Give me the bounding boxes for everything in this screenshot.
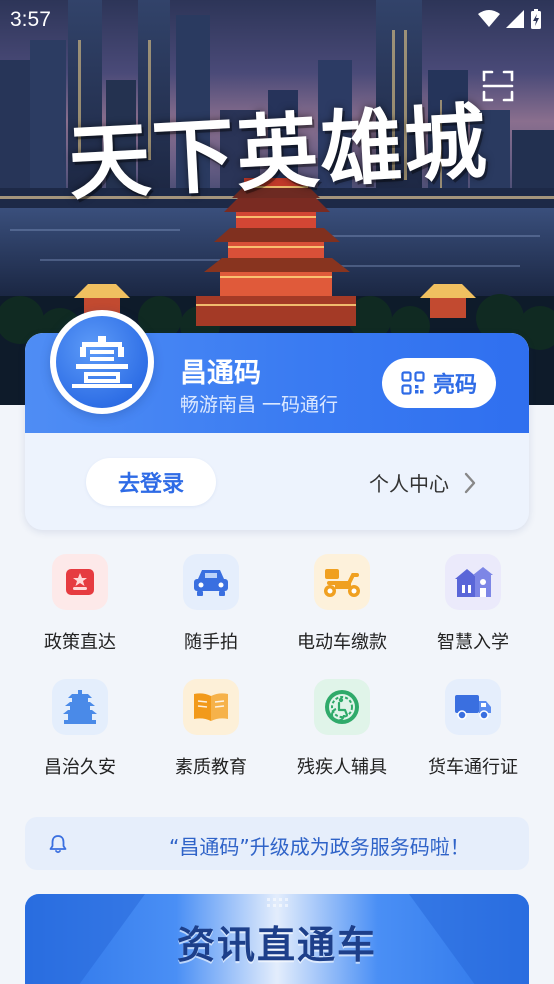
service-label: 电动车缴款 [297, 632, 387, 653]
login-button[interactable]: 去登录 [86, 458, 216, 506]
service-label: 智慧入学 [437, 632, 509, 653]
scooter-icon [314, 554, 370, 610]
changtongma-logo-icon [72, 336, 132, 388]
app-name: 昌通码 [180, 358, 261, 389]
status-time: 3:57 [10, 8, 51, 31]
show-code-label: 亮码 [432, 373, 477, 398]
service-label: 素质教育 [175, 757, 247, 778]
truck-icon [445, 679, 501, 735]
personal-center-label: 个人中心 [369, 472, 449, 496]
service-policy[interactable]: 政策直达 [15, 550, 145, 660]
bell-icon [49, 835, 67, 854]
pagoda-icon [52, 679, 108, 735]
service-label: 随手拍 [184, 632, 238, 653]
hero-calligraphy-title: 天下英雄城 [66, 94, 491, 212]
chevron-right-icon [464, 472, 476, 493]
service-ebike-payment[interactable]: 电动车缴款 [277, 550, 407, 660]
status-icons [478, 9, 542, 29]
service-quality-education[interactable]: 素质教育 [146, 675, 276, 785]
service-smart-enrollment[interactable]: 智慧入学 [408, 550, 538, 660]
personal-center-link[interactable]: 个人中心 [369, 468, 477, 497]
service-label: 政策直达 [44, 632, 116, 653]
service-public-security[interactable]: 昌治久安 [15, 675, 145, 785]
scan-icon[interactable] [482, 70, 514, 102]
services-grid: 政策直达 随手拍 电动车缴款 智慧入学 昌治久安 素质教育 残疾人辅具 货车通行… [0, 550, 554, 790]
service-label: 残疾人辅具 [297, 757, 387, 778]
school-icon [445, 554, 501, 610]
service-label: 昌治久安 [44, 757, 116, 778]
car-photo-icon [183, 554, 239, 610]
cellular-signal-icon [506, 10, 524, 28]
wifi-icon [478, 10, 500, 27]
app-slogan: 畅游南昌 一码通行 [180, 394, 339, 416]
status-bar: 3:57 [0, 0, 554, 40]
service-label: 货车通行证 [428, 757, 518, 778]
show-code-button[interactable]: 亮码 [382, 358, 496, 408]
service-disability-aids[interactable]: 残疾人辅具 [277, 675, 407, 785]
accessibility-icon [314, 679, 370, 735]
qr-code-icon [401, 371, 425, 395]
battery-charging-icon [531, 9, 541, 29]
news-banner-title: 资讯直通车 [176, 923, 377, 967]
code-card-footer: 去登录 个人中心 [25, 433, 529, 530]
notice-text: “昌通码”升级成为政务服务码啦！ [169, 835, 470, 859]
policy-icon [52, 554, 108, 610]
news-banner[interactable]: 资讯直通车 [25, 894, 529, 984]
service-truck-permit[interactable]: 货车通行证 [408, 675, 538, 785]
notice-bar[interactable]: “昌通码”升级成为政务服务码啦！ [25, 817, 529, 870]
app-logo [50, 310, 154, 414]
book-icon [183, 679, 239, 735]
service-snapshot[interactable]: 随手拍 [146, 550, 276, 660]
